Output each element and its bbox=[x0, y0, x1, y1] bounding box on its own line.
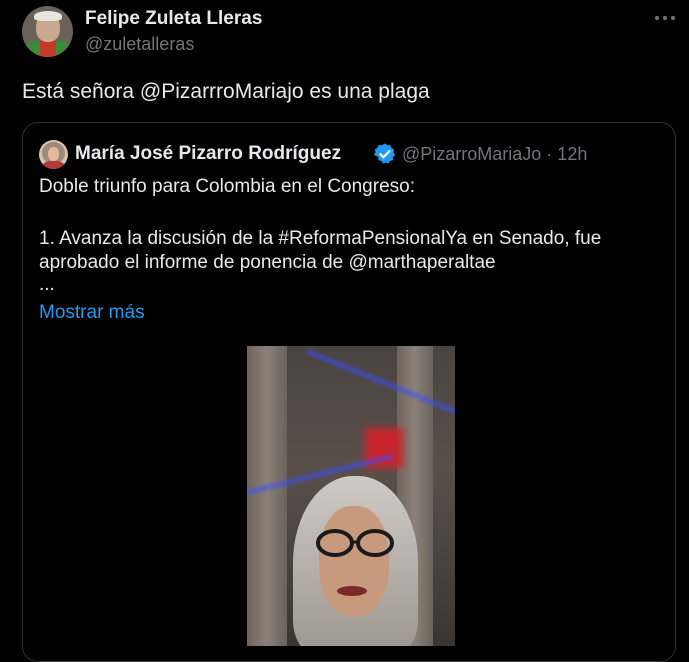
quoted-author-name[interactable]: María José Pizarro Rodríguez bbox=[75, 143, 341, 165]
quoted-body-line: Doble triunfo para Colombia en el Congre… bbox=[39, 176, 415, 197]
quoted-media[interactable] bbox=[23, 346, 675, 661]
more-horizontal-icon[interactable] bbox=[654, 10, 676, 26]
quoted-body-ellipsis: ... bbox=[39, 274, 55, 295]
author-handle[interactable]: @zuletalleras bbox=[85, 34, 194, 55]
tweet-text: Está señora @PizarrroMariajo es una plag… bbox=[22, 80, 430, 103]
quoted-body-line: aprobado el informe de ponencia de @mart… bbox=[39, 252, 496, 273]
author-name[interactable]: Felipe Zuleta Lleras bbox=[85, 8, 262, 30]
verified-badge-icon bbox=[373, 142, 397, 166]
quoted-author-avatar[interactable] bbox=[39, 140, 68, 169]
quoted-body-line: 1. Avanza la discusión de la #ReformaPen… bbox=[39, 228, 602, 249]
author-avatar[interactable] bbox=[22, 6, 73, 57]
video-thumbnail[interactable] bbox=[247, 346, 455, 646]
show-more-link[interactable]: Mostrar más bbox=[39, 302, 145, 324]
quoted-tweet-card[interactable]: María José Pizarro Rodríguez @PizarroMar… bbox=[22, 122, 676, 662]
quoted-author-handle-time[interactable]: @PizarroMariaJo · 12h bbox=[402, 144, 587, 165]
